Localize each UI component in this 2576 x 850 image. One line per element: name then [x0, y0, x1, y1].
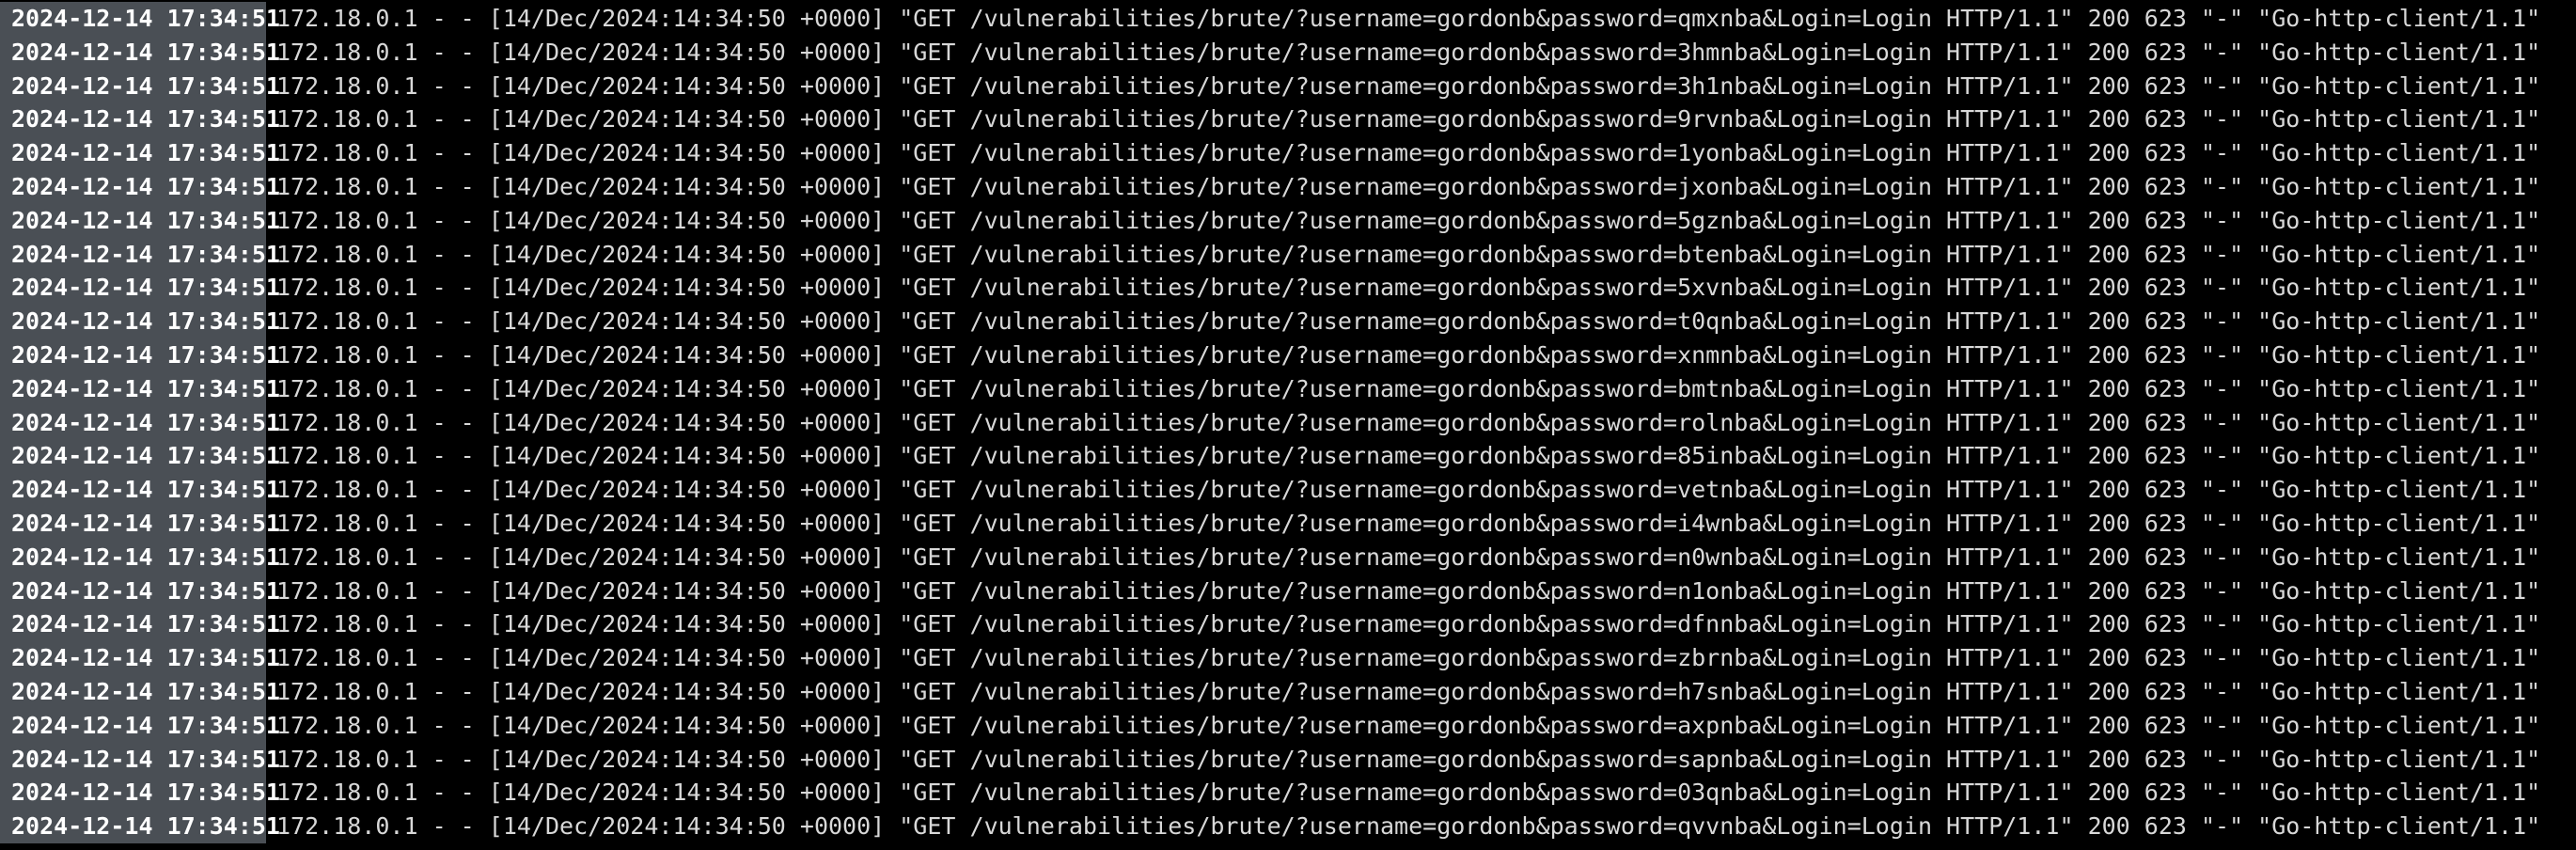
- log-timestamp: 2024-12-14 17:34:51: [0, 371, 280, 406]
- log-line: 2024-12-14 17:34:51172.18.0.1 - - [14/De…: [0, 506, 2576, 541]
- log-line: 2024-12-14 17:34:51172.18.0.1 - - [14/De…: [0, 607, 2576, 642]
- log-timestamp: 2024-12-14 17:34:51: [0, 2, 280, 36]
- log-timestamp: 2024-12-14 17:34:51: [0, 338, 280, 372]
- log-line: 2024-12-14 17:34:51172.18.0.1 - - [14/De…: [0, 405, 2576, 440]
- log-message: 172.18.0.1 - - [14/Dec/2024:14:34:50 +00…: [276, 5, 2541, 32]
- log-message: 172.18.0.1 - - [14/Dec/2024:14:34:50 +00…: [276, 139, 2541, 167]
- log-message: 172.18.0.1 - - [14/Dec/2024:14:34:50 +00…: [276, 442, 2541, 470]
- log-timestamp: 2024-12-14 17:34:51: [0, 776, 280, 811]
- log-message: 172.18.0.1 - - [14/Dec/2024:14:34:50 +00…: [276, 576, 2541, 605]
- log-message: 172.18.0.1 - - [14/Dec/2024:14:34:50 +00…: [276, 745, 2541, 773]
- log-line: 2024-12-14 17:34:51172.18.0.1 - - [14/De…: [0, 136, 2576, 170]
- log-message: 172.18.0.1 - - [14/Dec/2024:14:34:50 +00…: [276, 38, 2541, 66]
- log-line: 2024-12-14 17:34:51172.18.0.1 - - [14/De…: [0, 203, 2576, 238]
- log-message: 172.18.0.1 - - [14/Dec/2024:14:34:50 +00…: [276, 812, 2541, 841]
- log-message: 172.18.0.1 - - [14/Dec/2024:14:34:50 +00…: [276, 644, 2541, 672]
- log-timestamp: 2024-12-14 17:34:51: [0, 473, 280, 507]
- log-message: 172.18.0.1 - - [14/Dec/2024:14:34:50 +00…: [276, 172, 2541, 200]
- log-line: 2024-12-14 17:34:51172.18.0.1 - - [14/De…: [0, 35, 2576, 70]
- log-timestamp: 2024-12-14 17:34:51: [0, 203, 280, 238]
- log-timestamp: 2024-12-14 17:34:51: [0, 271, 280, 306]
- log-timestamp: 2024-12-14 17:34:51: [0, 540, 280, 575]
- log-timestamp: 2024-12-14 17:34:51: [0, 305, 280, 338]
- log-line: 2024-12-14 17:34:51172.18.0.1 - - [14/De…: [0, 810, 2576, 843]
- log-message: 172.18.0.1 - - [14/Dec/2024:14:34:50 +00…: [276, 711, 2541, 739]
- log-timestamp: 2024-12-14 17:34:51: [0, 35, 280, 70]
- log-line: 2024-12-14 17:34:51172.18.0.1 - - [14/De…: [0, 338, 2576, 372]
- log-timestamp: 2024-12-14 17:34:51: [0, 136, 280, 170]
- log-message: 172.18.0.1 - - [14/Dec/2024:14:34:50 +00…: [276, 374, 2541, 402]
- log-message: 172.18.0.1 - - [14/Dec/2024:14:34:50 +00…: [276, 779, 2541, 807]
- log-timestamp: 2024-12-14 17:34:51: [0, 405, 280, 440]
- log-timestamp: 2024-12-14 17:34:51: [0, 237, 280, 272]
- log-timestamp: 2024-12-14 17:34:51: [0, 810, 280, 843]
- log-line: 2024-12-14 17:34:51172.18.0.1 - - [14/De…: [0, 271, 2576, 306]
- log-line: 2024-12-14 17:34:51172.18.0.1 - - [14/De…: [0, 69, 2576, 103]
- log-timestamp: 2024-12-14 17:34:51: [0, 169, 280, 204]
- log-line: 2024-12-14 17:34:51172.18.0.1 - - [14/De…: [0, 742, 2576, 777]
- log-message: 172.18.0.1 - - [14/Dec/2024:14:34:50 +00…: [276, 240, 2541, 268]
- log-timestamp: 2024-12-14 17:34:51: [0, 102, 280, 137]
- log-message: 172.18.0.1 - - [14/Dec/2024:14:34:50 +00…: [276, 274, 2541, 302]
- log-message: 172.18.0.1 - - [14/Dec/2024:14:34:50 +00…: [276, 340, 2541, 369]
- log-line: 2024-12-14 17:34:51172.18.0.1 - - [14/De…: [0, 641, 2576, 675]
- log-message: 172.18.0.1 - - [14/Dec/2024:14:34:50 +00…: [276, 408, 2541, 436]
- log-message: 172.18.0.1 - - [14/Dec/2024:14:34:50 +00…: [276, 307, 2541, 336]
- log-timestamp: 2024-12-14 17:34:51: [0, 439, 280, 474]
- log-line: 2024-12-14 17:34:51172.18.0.1 - - [14/De…: [0, 2, 2576, 36]
- log-timestamp: 2024-12-14 17:34:51: [0, 607, 280, 642]
- log-timestamp: 2024-12-14 17:34:51: [0, 506, 280, 541]
- log-timestamp: 2024-12-14 17:34:51: [0, 708, 280, 743]
- log-timestamp: 2024-12-14 17:34:51: [0, 574, 280, 608]
- log-message: 172.18.0.1 - - [14/Dec/2024:14:34:50 +00…: [276, 105, 2541, 134]
- log-line: 2024-12-14 17:34:51172.18.0.1 - - [14/De…: [0, 371, 2576, 406]
- log-line: 2024-12-14 17:34:51172.18.0.1 - - [14/De…: [0, 237, 2576, 272]
- log-line: 2024-12-14 17:34:51172.18.0.1 - - [14/De…: [0, 439, 2576, 474]
- log-line: 2024-12-14 17:34:51172.18.0.1 - - [14/De…: [0, 708, 2576, 743]
- log-line: 2024-12-14 17:34:51172.18.0.1 - - [14/De…: [0, 473, 2576, 507]
- log-line: 2024-12-14 17:34:51172.18.0.1 - - [14/De…: [0, 169, 2576, 204]
- log-line: 2024-12-14 17:34:51172.18.0.1 - - [14/De…: [0, 540, 2576, 575]
- log-line: 2024-12-14 17:34:51172.18.0.1 - - [14/De…: [0, 674, 2576, 709]
- log-line: 2024-12-14 17:34:51172.18.0.1 - - [14/De…: [0, 305, 2576, 338]
- terminal-log-view[interactable]: 2024-12-14 17:34:51172.18.0.1 - - [14/De…: [0, 0, 2576, 850]
- log-timestamp: 2024-12-14 17:34:51: [0, 641, 280, 675]
- log-line: 2024-12-14 17:34:51172.18.0.1 - - [14/De…: [0, 574, 2576, 608]
- log-message: 172.18.0.1 - - [14/Dec/2024:14:34:50 +00…: [276, 677, 2541, 705]
- log-line: 2024-12-14 17:34:51172.18.0.1 - - [14/De…: [0, 776, 2576, 811]
- log-message: 172.18.0.1 - - [14/Dec/2024:14:34:50 +00…: [276, 71, 2541, 100]
- log-timestamp: 2024-12-14 17:34:51: [0, 742, 280, 777]
- log-message: 172.18.0.1 - - [14/Dec/2024:14:34:50 +00…: [276, 206, 2541, 234]
- log-timestamp: 2024-12-14 17:34:51: [0, 69, 280, 103]
- log-line: 2024-12-14 17:34:51172.18.0.1 - - [14/De…: [0, 102, 2576, 137]
- log-message: 172.18.0.1 - - [14/Dec/2024:14:34:50 +00…: [276, 543, 2541, 571]
- log-timestamp: 2024-12-14 17:34:51: [0, 674, 280, 709]
- log-message: 172.18.0.1 - - [14/Dec/2024:14:34:50 +00…: [276, 509, 2541, 537]
- log-message: 172.18.0.1 - - [14/Dec/2024:14:34:50 +00…: [276, 610, 2541, 638]
- log-message: 172.18.0.1 - - [14/Dec/2024:14:34:50 +00…: [276, 476, 2541, 504]
